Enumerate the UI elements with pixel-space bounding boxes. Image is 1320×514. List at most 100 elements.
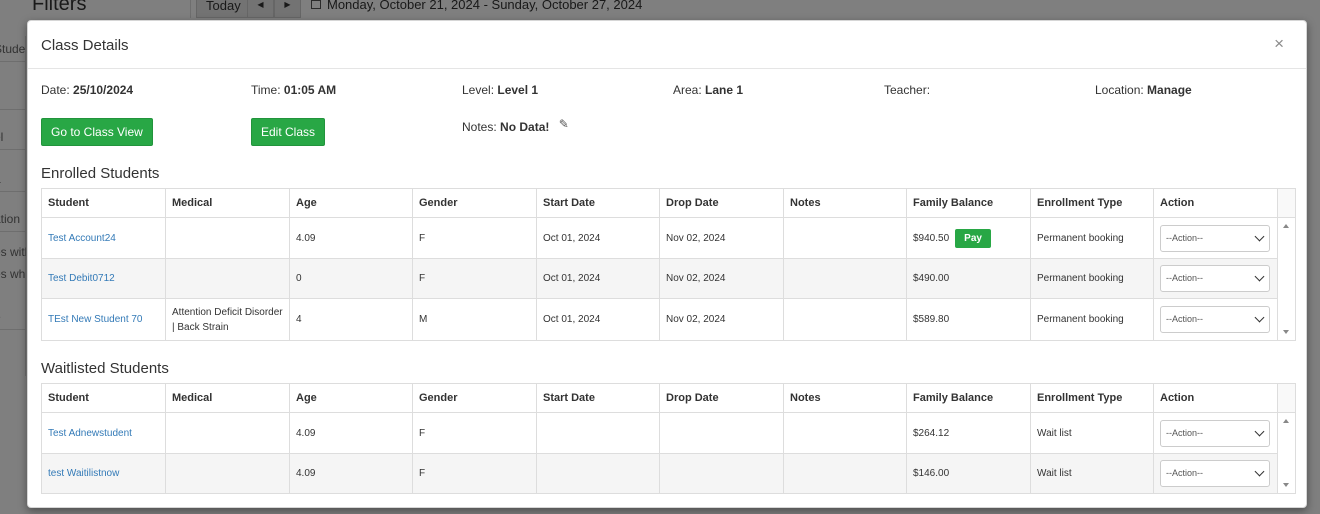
column-header: Gender xyxy=(412,383,537,413)
enrolled-students-table: Student Medical Age Gender Start Date Dr… xyxy=(41,188,1296,341)
notes-cell xyxy=(783,258,907,299)
class-date: Date: 25/10/2024 xyxy=(41,83,133,97)
column-header: Start Date xyxy=(536,383,660,413)
enrollment-type-cell: Permanent booking xyxy=(1030,258,1154,299)
enrollment-type-cell: Wait list xyxy=(1030,412,1154,454)
start-date-cell xyxy=(536,412,660,454)
student-link[interactable]: TEst New Student 70 xyxy=(48,314,143,325)
notes-cell xyxy=(783,412,907,454)
action-select-value: --Action-- xyxy=(1166,427,1204,438)
waitlisted-students-table: Student Medical Age Gender Start Date Dr… xyxy=(41,383,1296,494)
column-header: Age xyxy=(289,383,413,413)
class-details-modal: Class Details × Date: 25/10/2024 Time: 0… xyxy=(27,20,1307,508)
modal-title: Class Details xyxy=(41,37,129,54)
action-select-value: --Action-- xyxy=(1166,273,1204,283)
column-header: Action xyxy=(1153,188,1278,218)
chevron-down-icon xyxy=(1254,466,1265,477)
student-link[interactable]: Test Adnewstudent xyxy=(48,428,132,439)
scroll-up-icon[interactable] xyxy=(1283,224,1289,228)
scroll-up-icon[interactable] xyxy=(1283,419,1289,423)
notes-cell xyxy=(783,453,907,494)
go-to-class-view-button[interactable]: Go to Class View xyxy=(41,118,153,146)
class-area: Area: Lane 1 xyxy=(673,83,743,97)
medical-cell xyxy=(165,412,290,454)
start-date-cell: Oct 01, 2024 xyxy=(536,298,660,341)
age-cell: 4.09 xyxy=(289,217,413,259)
action-select[interactable]: --Action-- xyxy=(1160,460,1270,487)
action-select[interactable]: --Action-- xyxy=(1160,265,1270,292)
column-header: Notes xyxy=(783,188,907,218)
action-select-value: --Action-- xyxy=(1166,314,1204,324)
notes-cell xyxy=(783,217,907,259)
action-cell: --Action-- xyxy=(1153,412,1278,454)
family-balance-cell: $146.00 xyxy=(906,453,1031,494)
pay-button[interactable]: Pay xyxy=(955,228,991,248)
column-header: Age xyxy=(289,188,413,218)
action-cell: --Action-- xyxy=(1153,453,1278,494)
class-level: Level: Level 1 xyxy=(462,83,538,97)
level-label: Level: xyxy=(462,83,495,97)
close-icon[interactable]: × xyxy=(1274,34,1284,54)
action-cell: --Action-- xyxy=(1153,258,1278,299)
gender-cell: F xyxy=(412,258,537,299)
medical-cell: Attention Deficit Disorder | Back Strain xyxy=(165,298,290,341)
table-scrollbar[interactable] xyxy=(1277,412,1296,494)
family-balance-cell: $490.00 xyxy=(906,258,1031,299)
scroll-down-icon[interactable] xyxy=(1283,330,1289,334)
class-teacher: Teacher: xyxy=(884,83,930,97)
time-label: Time: xyxy=(251,83,281,97)
notes-label: Notes: xyxy=(462,120,497,134)
start-date-cell: Oct 01, 2024 xyxy=(536,258,660,299)
enrollment-type-cell: Wait list xyxy=(1030,453,1154,494)
area-value: Lane 1 xyxy=(705,83,744,97)
action-select[interactable]: --Action-- xyxy=(1160,224,1270,252)
waitlisted-students-title: Waitlisted Students xyxy=(41,360,169,377)
family-balance-cell: $589.80 xyxy=(906,298,1031,341)
medical-cell xyxy=(165,453,290,494)
drop-date-cell xyxy=(659,412,784,454)
gender-cell: F xyxy=(412,453,537,494)
action-select[interactable]: --Action-- xyxy=(1160,306,1270,333)
student-link[interactable]: Test Account24 xyxy=(48,233,116,244)
age-cell: 0 xyxy=(289,258,413,299)
class-notes: Notes: No Data! ✎ xyxy=(462,117,569,134)
age-cell: 4.09 xyxy=(289,412,413,454)
medical-cell xyxy=(165,217,290,259)
column-header: Drop Date xyxy=(659,383,784,413)
edit-class-button[interactable]: Edit Class xyxy=(251,118,326,146)
area-label: Area: xyxy=(673,83,702,97)
chevron-down-icon xyxy=(1254,231,1265,241)
start-date-cell xyxy=(536,453,660,494)
notes-value: No Data! xyxy=(500,120,550,134)
table-row: test Waitilistnow 4.09 F $146.00 Wait li… xyxy=(41,453,1296,494)
student-link[interactable]: test Waitilistnow xyxy=(48,468,119,479)
table-header-row: Student Medical Age Gender Start Date Dr… xyxy=(41,383,1296,413)
start-date-cell: Oct 01, 2024 xyxy=(536,217,660,259)
scrollbar-header xyxy=(1277,188,1296,218)
scroll-down-icon[interactable] xyxy=(1283,483,1289,487)
location-value: Manage xyxy=(1147,83,1192,97)
table-row: Test Adnewstudent 4.09 F $264.12 Wait li… xyxy=(41,412,1296,494)
family-balance-cell: $264.12 xyxy=(906,412,1031,454)
chevron-down-icon xyxy=(1254,271,1265,282)
column-header: Medical xyxy=(165,188,290,218)
gender-cell: F xyxy=(412,217,537,259)
drop-date-cell xyxy=(659,453,784,494)
student-link[interactable]: Test Debit0712 xyxy=(48,273,115,284)
table-scrollbar[interactable] xyxy=(1277,217,1296,341)
column-header: Start Date xyxy=(536,188,660,218)
column-header: Gender xyxy=(412,188,537,218)
table-header-row: Student Medical Age Gender Start Date Dr… xyxy=(41,188,1296,218)
action-select[interactable]: --Action-- xyxy=(1160,419,1270,447)
teacher-label: Teacher: xyxy=(884,83,931,97)
modal-header: Class Details × xyxy=(28,21,1306,69)
location-label: Location: xyxy=(1095,83,1144,97)
date-label: Date: xyxy=(41,83,70,97)
pencil-icon[interactable]: ✎ xyxy=(559,117,569,131)
date-value: 25/10/2024 xyxy=(73,83,134,97)
notes-cell xyxy=(783,298,907,341)
action-cell: --Action-- xyxy=(1153,217,1278,259)
class-time: Time: 01:05 AM xyxy=(251,83,336,97)
drop-date-cell: Nov 02, 2024 xyxy=(659,217,784,259)
action-cell: --Action-- xyxy=(1153,298,1278,341)
